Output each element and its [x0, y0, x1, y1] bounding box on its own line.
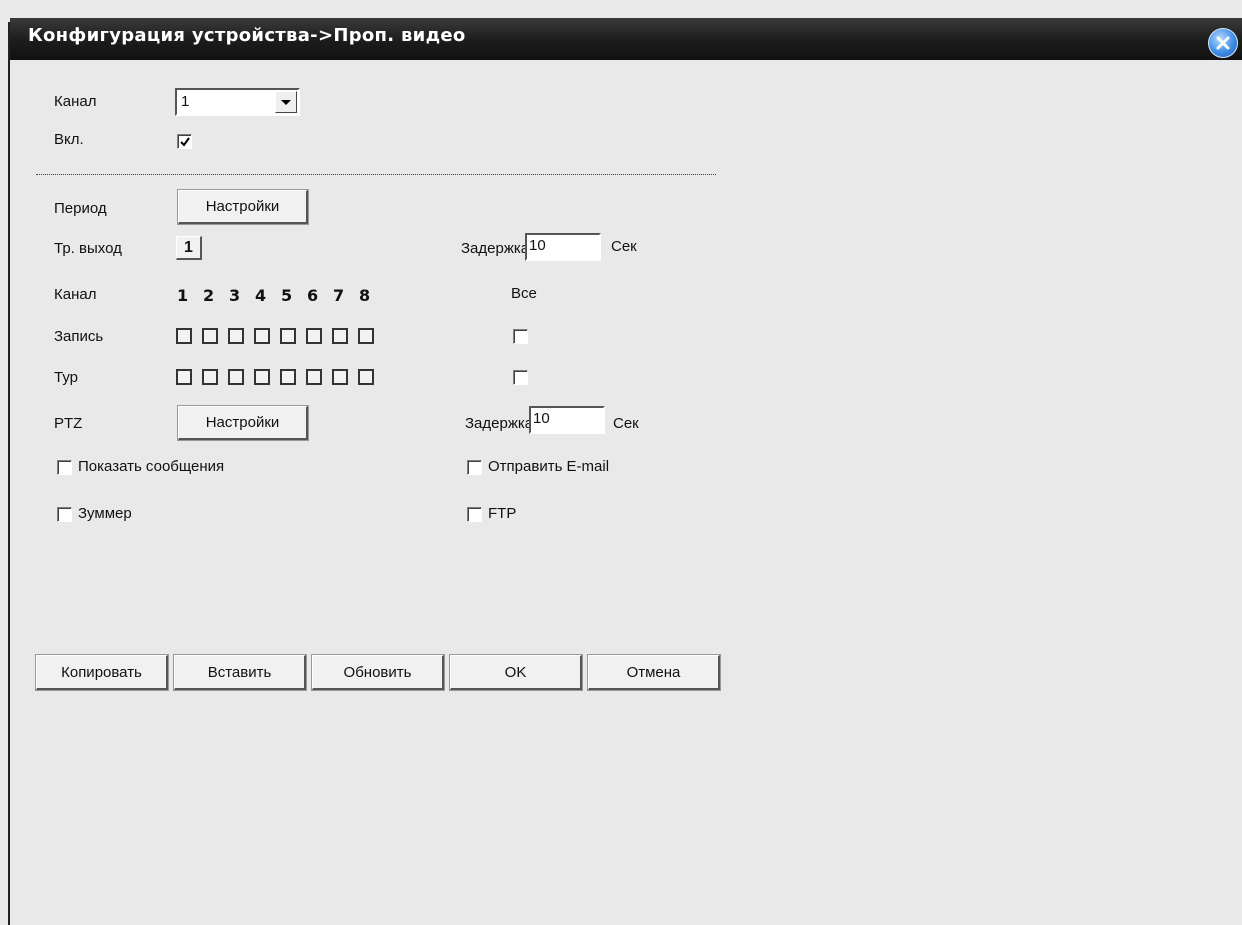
record-checkbox-8[interactable]	[358, 328, 374, 344]
tour-checkbox-4[interactable]	[254, 369, 270, 385]
check-icon	[180, 137, 190, 147]
alarm-out-delay-label: Задержка	[461, 240, 530, 257]
buzzer-label: Зуммер	[78, 505, 132, 522]
tour-checkbox-6[interactable]	[306, 369, 322, 385]
channel-number-5: 5	[281, 286, 293, 305]
channel-number-1: 1	[177, 286, 189, 305]
copy-button[interactable]: Копировать	[35, 654, 169, 691]
tour-label: Тур	[54, 369, 78, 386]
ptz-delay-unit: Сек	[613, 415, 639, 432]
window-title: Конфигурация устройства->Проп. видео	[28, 25, 466, 46]
record-label: Запись	[54, 328, 104, 345]
alarm-out-button[interactable]: 1	[176, 236, 202, 260]
tour-all-checkbox[interactable]	[513, 370, 528, 385]
period-label: Период	[54, 200, 107, 217]
record-checkbox-5[interactable]	[280, 328, 296, 344]
show-message-label: Показать сообщения	[78, 458, 225, 475]
close-icon[interactable]	[1208, 28, 1238, 58]
section-divider	[36, 174, 716, 175]
tour-checkbox-7[interactable]	[332, 369, 348, 385]
record-checkbox-4[interactable]	[254, 328, 270, 344]
record-checkbox-6[interactable]	[306, 328, 322, 344]
period-settings-button[interactable]: Настройки	[177, 189, 309, 225]
alarm-out-delay-input[interactable]: 10	[525, 233, 601, 261]
paste-button[interactable]: Вставить	[173, 654, 307, 691]
enable-label: Вкл.	[54, 131, 84, 148]
record-checkbox-1[interactable]	[176, 328, 192, 344]
show-message-checkbox[interactable]	[57, 460, 72, 475]
record-all-checkbox[interactable]	[513, 329, 528, 344]
channel-label: Канал	[54, 93, 97, 110]
ftp-label: FTP	[488, 505, 517, 522]
channel-number-2: 2	[203, 286, 215, 305]
channel-select[interactable]: 1	[175, 88, 300, 116]
chevron-down-icon[interactable]	[275, 91, 297, 113]
ptz-delay-label: Задержка	[465, 415, 534, 432]
send-email-checkbox[interactable]	[467, 460, 482, 475]
ok-button[interactable]: OK	[449, 654, 583, 691]
channel-number-7: 7	[333, 286, 345, 305]
ptz-delay-input[interactable]: 10	[529, 406, 605, 434]
alarm-out-delay-unit: Сек	[611, 238, 637, 255]
send-email-label: Отправить E-mail	[488, 458, 610, 475]
ftp-checkbox[interactable]	[467, 507, 482, 522]
channel-select-value: 1	[181, 93, 190, 110]
tour-checkbox-5[interactable]	[280, 369, 296, 385]
alarm-out-label: Тр. выход	[54, 240, 122, 257]
cancel-button[interactable]: Отмена	[587, 654, 721, 691]
tour-checkbox-2[interactable]	[202, 369, 218, 385]
channel-number-6: 6	[307, 286, 319, 305]
buzzer-checkbox[interactable]	[57, 507, 72, 522]
ptz-label: PTZ	[54, 415, 83, 432]
title-bar: Конфигурация устройства->Проп. видео	[10, 18, 1242, 60]
tour-checkbox-3[interactable]	[228, 369, 244, 385]
config-window: Конфигурация устройства->Проп. видео Кан…	[0, 0, 1242, 925]
record-checkbox-2[interactable]	[202, 328, 218, 344]
all-label: Все	[511, 285, 537, 302]
record-checkbox-3[interactable]	[228, 328, 244, 344]
enable-checkbox[interactable]	[177, 134, 192, 149]
tour-checkbox-8[interactable]	[358, 369, 374, 385]
ptz-settings-button[interactable]: Настройки	[177, 405, 309, 441]
content-area: Канал 1 Вкл. Период Настройки Тр. выход …	[10, 60, 1242, 925]
channel-number-3: 3	[229, 286, 241, 305]
channels-row-label: Канал	[54, 286, 97, 303]
refresh-button[interactable]: Обновить	[311, 654, 445, 691]
channel-number-4: 4	[255, 286, 267, 305]
record-checkbox-7[interactable]	[332, 328, 348, 344]
channel-number-8: 8	[359, 286, 371, 305]
tour-checkbox-1[interactable]	[176, 369, 192, 385]
